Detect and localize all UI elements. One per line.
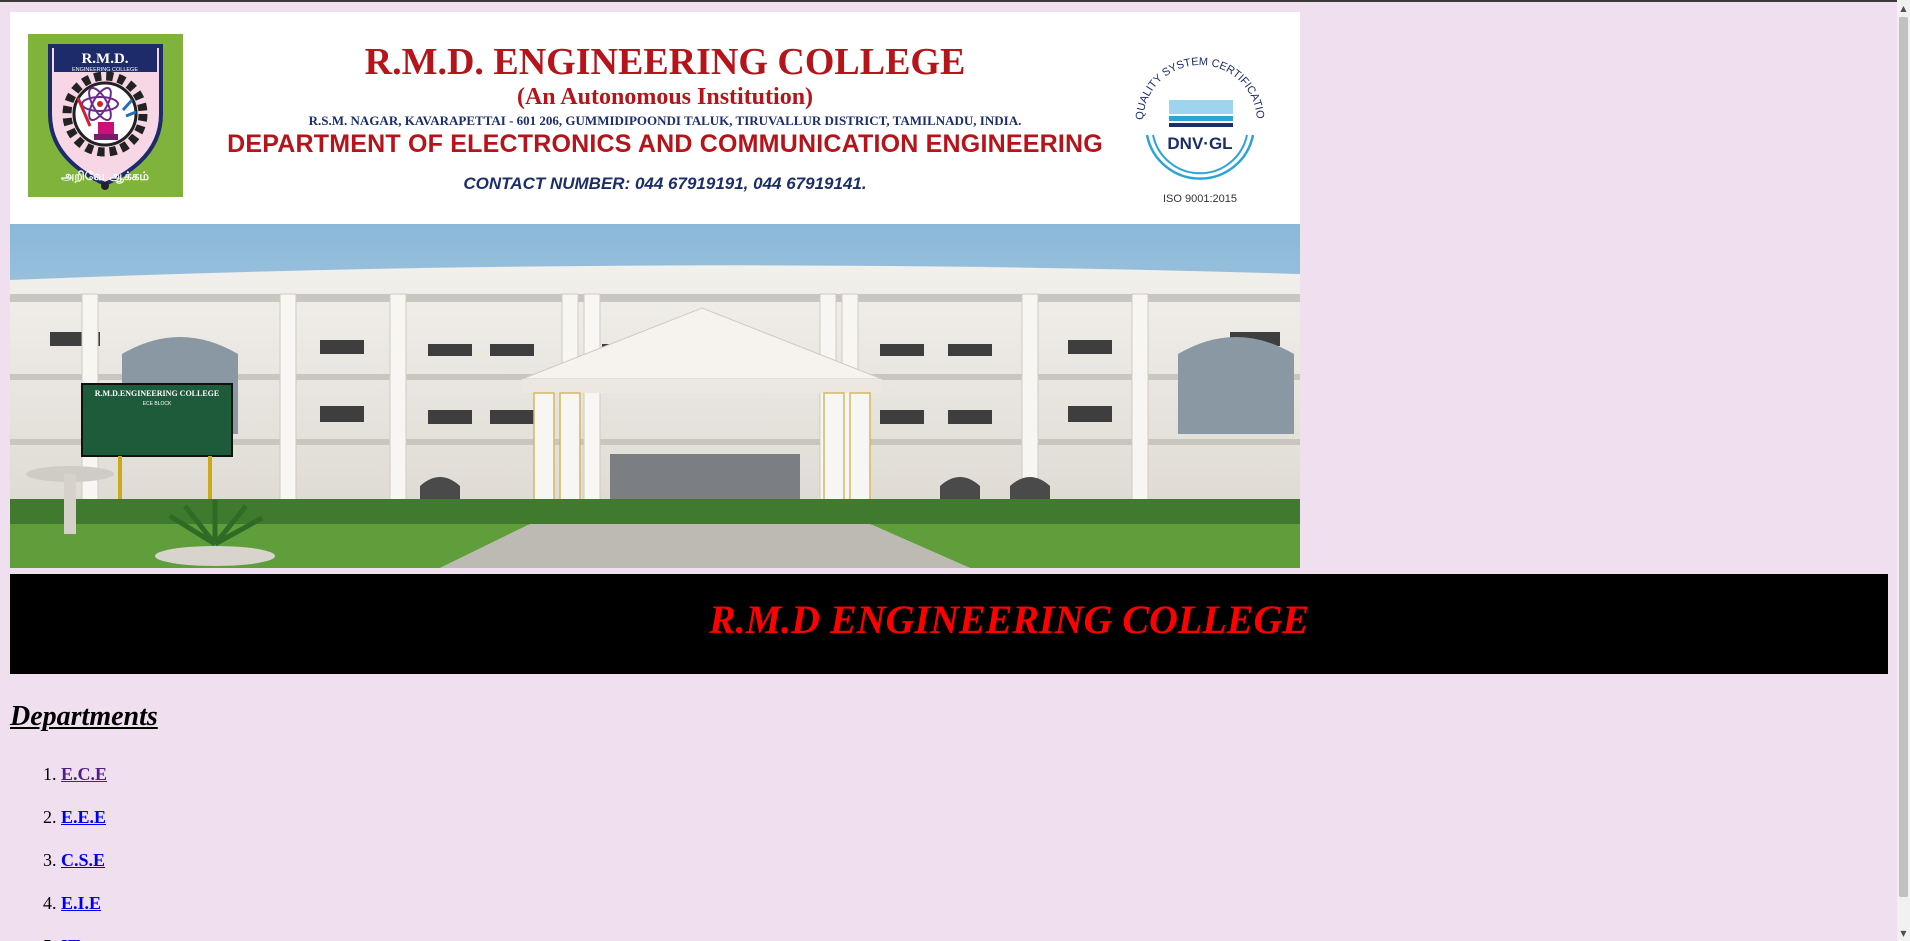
contact-number: CONTACT NUMBER: 044 67919191, 044 679191… — [463, 174, 867, 193]
list-item: C.S.E — [61, 838, 107, 881]
scroll-up-icon[interactable]: ▲ — [1897, 2, 1910, 16]
sign-board-title: R.M.D.ENGINEERING COLLEGE — [95, 389, 219, 398]
list-item: E.C.E — [61, 752, 107, 795]
page-viewport: R.M.D. ENGINEERING COLLEGE அறிவே ஆக்கம் … — [0, 0, 1910, 941]
department-name: DEPARTMENT OF ELECTRONICS AND COMMUNICAT… — [227, 130, 1103, 158]
scroll-down-icon[interactable]: ▼ — [1897, 927, 1910, 941]
logo-text: R.M.D. — [81, 51, 128, 67]
campus-photo: R.M.D.ENGINEERING COLLEGE ECE BLOCK — [10, 224, 1300, 568]
certification-brand: DNV·GL — [1167, 134, 1232, 153]
title-bar: R.M.D ENGINEERING COLLEGE — [10, 574, 1888, 674]
top-border — [0, 0, 1910, 2]
title-bar-text: R.M.D ENGINEERING COLLEGE — [708, 597, 1310, 642]
departments-heading: Departments — [10, 701, 158, 732]
certification-logo: QUALITY SYSTEM CERTIFICATION DNV·GL ISO … — [1121, 31, 1275, 210]
vertical-scrollbar[interactable]: ▲ ▼ — [1897, 0, 1910, 941]
dept-link-cse[interactable]: C.S.E — [61, 850, 105, 870]
dept-link-eee[interactable]: E.E.E — [61, 807, 106, 827]
departments-list: E.C.E E.E.E C.S.E E.I.E IT — [0, 752, 107, 941]
college-name: R.M.D. ENGINEERING COLLEGE — [364, 41, 966, 83]
logo-subtext: ENGINEERING COLLEGE — [72, 67, 138, 73]
dept-link-it[interactable]: IT — [61, 936, 80, 941]
college-banner: R.M.D. ENGINEERING COLLEGE அறிவே ஆக்கம் … — [10, 12, 1300, 224]
college-logo: R.M.D. ENGINEERING COLLEGE அறிவே ஆக்கம் — [28, 34, 183, 197]
dept-link-eie[interactable]: E.I.E — [61, 893, 101, 913]
autonomous-subtitle: (An Autonomous Institution) — [516, 84, 814, 110]
sign-board-subtitle: ECE BLOCK — [143, 401, 172, 407]
list-item: E.I.E — [61, 881, 107, 924]
scrollbar-thumb[interactable] — [1899, 17, 1908, 897]
list-item: E.E.E — [61, 795, 107, 838]
certification-iso: ISO 9001:2015 — [1163, 193, 1237, 205]
list-item: IT — [61, 924, 107, 941]
logo-motto: அறிவே ஆக்கம் — [61, 169, 149, 184]
dept-link-ece[interactable]: E.C.E — [61, 764, 107, 784]
college-address: R.S.M. NAGAR, KAVARAPETTAI - 601 206, GU… — [308, 113, 1022, 128]
